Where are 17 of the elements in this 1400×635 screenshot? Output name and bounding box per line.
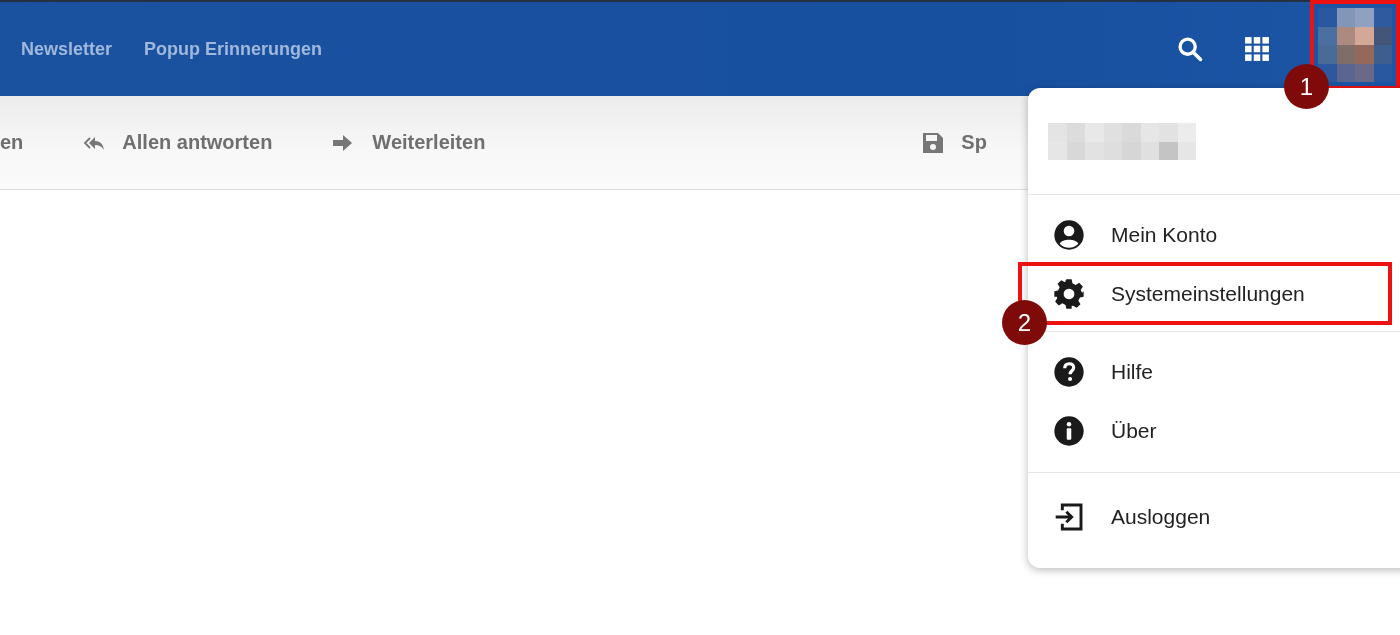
- menu-item[interactable]: Ausloggen: [1028, 487, 1400, 546]
- menu-item[interactable]: Mein Konto: [1028, 205, 1400, 264]
- toolbar-button[interactable]: Weiterleiten: [330, 130, 486, 155]
- avatar-icon[interactable]: [1318, 8, 1392, 82]
- nav-link[interactable]: Popup Erinnerungen: [144, 38, 323, 60]
- toolbar-button-text[interactable]: en: [0, 131, 24, 154]
- menu-item[interactable]: Hilfe: [1028, 342, 1400, 401]
- toolbar-button[interactable]: Allen antworten: [76, 130, 273, 155]
- help-icon: [1053, 355, 1085, 388]
- menu-item[interactable]: Über: [1028, 401, 1400, 460]
- toolbar-button[interactable]: Sp: [919, 130, 987, 155]
- user-circle-icon: [1053, 218, 1085, 251]
- gear-icon: [1053, 277, 1085, 310]
- search-icon[interactable]: [1176, 35, 1204, 63]
- info-icon: [1053, 414, 1085, 447]
- nav-link[interactable]: Newsletter: [21, 38, 113, 60]
- apps-grid-icon[interactable]: [1244, 36, 1270, 62]
